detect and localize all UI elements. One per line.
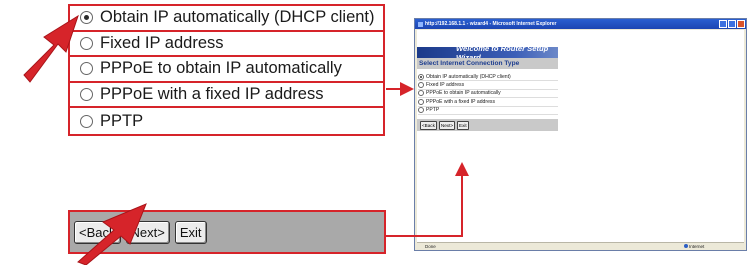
wizard-option-dhcp-label: Obtain IP automatically (DHCP client): [426, 73, 511, 80]
browser-title-bar: http://192.168.1.1 - wizard4 - Microsoft…: [415, 19, 746, 29]
wizard-option-pppoe-fixed[interactable]: PPPoE with a fixed IP address: [418, 98, 558, 107]
option-fixed-ip[interactable]: Fixed IP address: [70, 32, 383, 58]
wizard-radio-fixed-ip[interactable]: [418, 82, 424, 89]
option-pppoe-fixed-label: PPPoE with a fixed IP address: [100, 85, 324, 104]
radio-pppoe-auto[interactable]: [80, 62, 93, 76]
option-dhcp[interactable]: Obtain IP automatically (DHCP client): [70, 6, 383, 32]
ie-icon: [418, 21, 423, 27]
zoomed-connection-options: Obtain IP automatically (DHCP client) Fi…: [68, 4, 385, 136]
option-pptp[interactable]: PPTP: [70, 108, 383, 134]
option-pppoe-fixed[interactable]: PPPoE with a fixed IP address: [70, 83, 383, 109]
wizard-radio-pptp[interactable]: [418, 107, 424, 114]
radio-pppoe-fixed[interactable]: [80, 88, 93, 102]
wizard-radio-dhcp[interactable]: [418, 73, 424, 80]
radio-pptp[interactable]: [80, 114, 93, 128]
browser-window: http://192.168.1.1 - wizard4 - Microsoft…: [414, 18, 747, 251]
internet-zone-icon: [684, 244, 688, 248]
wizard-option-pptp-label: PPTP: [426, 107, 440, 114]
browser-status-bar: Done Internet: [417, 242, 744, 249]
wizard-exit-button[interactable]: Exit: [457, 120, 469, 130]
window-controls: [719, 20, 745, 28]
zoomed-button-bar: <Back Next> Exit: [68, 210, 386, 254]
wizard-button-bar: <Back Next> Exit: [417, 119, 558, 131]
browser-content: Welcome to Router Setup Wizard Select In…: [417, 30, 744, 242]
wizard-option-dhcp[interactable]: Obtain IP automatically (DHCP client): [418, 73, 558, 82]
wizard-option-fixed-ip[interactable]: Fixed IP address: [418, 81, 558, 90]
wizard-option-pptp[interactable]: PPTP: [418, 107, 558, 115]
option-pppoe-auto[interactable]: PPPoE to obtain IP automatically: [70, 57, 383, 83]
wizard-banner: Welcome to Router Setup Wizard: [417, 44, 558, 62]
wizard-option-pppoe-auto-label: PPPoE to obtain IP automatically: [426, 90, 501, 97]
radio-dhcp[interactable]: [80, 11, 93, 25]
figure: Obtain IP automatically (DHCP client) Fi…: [0, 0, 749, 265]
maximize-icon[interactable]: [728, 20, 736, 28]
exit-button[interactable]: Exit: [174, 220, 207, 244]
option-dhcp-label: Obtain IP automatically (DHCP client): [100, 8, 375, 27]
wizard-option-pppoe-fixed-label: PPPoE with a fixed IP address: [426, 98, 495, 105]
wizard-options: Obtain IP automatically (DHCP client) Fi…: [418, 73, 558, 115]
minimize-icon[interactable]: [719, 20, 727, 28]
option-fixed-ip-label: Fixed IP address: [100, 33, 224, 52]
wizard-back-button[interactable]: <Back: [420, 120, 437, 130]
option-pptp-label: PPTP: [100, 111, 144, 130]
close-icon[interactable]: [737, 20, 745, 28]
status-zone: Internet: [689, 243, 705, 249]
wizard-option-pppoe-auto[interactable]: PPPoE to obtain IP automatically: [418, 90, 558, 99]
next-button[interactable]: Next>: [125, 220, 170, 244]
status-text: Done: [425, 243, 436, 249]
back-button[interactable]: <Back: [74, 220, 121, 244]
wizard-radio-pppoe-fixed[interactable]: [418, 98, 424, 105]
wizard-option-fixed-ip-label: Fixed IP address: [426, 82, 465, 89]
options-connector-arrowhead: [400, 82, 414, 96]
browser-title: http://192.168.1.1 - wizard4 - Microsoft…: [425, 21, 557, 27]
wizard-next-button[interactable]: Next>: [438, 120, 456, 130]
option-pppoe-auto-label: PPPoE to obtain IP automatically: [100, 59, 342, 78]
wizard-radio-pppoe-auto[interactable]: [418, 90, 424, 97]
radio-fixed-ip[interactable]: [80, 36, 93, 50]
wizard-heading: Select Internet Connection Type: [417, 58, 558, 69]
